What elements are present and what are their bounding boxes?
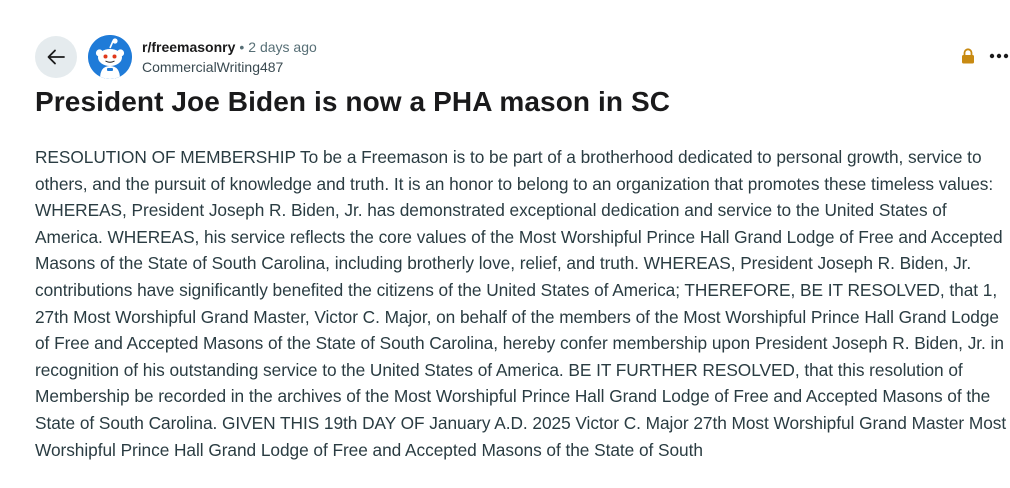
post-meta: r/freemasonry • 2 days ago CommercialWriti… [142, 37, 317, 77]
more-options-button[interactable] [988, 46, 1010, 66]
post-header: r/freemasonry • 2 days ago CommercialWriti… [35, 34, 1010, 80]
back-button[interactable] [35, 36, 77, 78]
post-body: RESOLUTION OF MEMBERSHIP To be a Freemas… [35, 147, 1007, 460]
author-link[interactable]: CommercialWriting487 [142, 57, 317, 77]
post-time: 2 days ago [248, 39, 317, 55]
more-horizontal-icon [989, 53, 1009, 59]
meta-separator: • [239, 39, 245, 55]
post-meta-line: r/freemasonry • 2 days ago [142, 37, 317, 57]
arrow-left-icon [47, 49, 65, 65]
reddit-snoo-icon [88, 35, 132, 79]
lock-icon [962, 48, 974, 64]
subreddit-avatar[interactable] [88, 35, 132, 79]
post-page: r/freemasonry • 2 days ago CommercialWriti… [0, 0, 1010, 488]
post-title: President Joe Biden is now a PHA mason i… [35, 86, 671, 117]
subreddit-link[interactable]: r/freemasonry [142, 39, 235, 55]
